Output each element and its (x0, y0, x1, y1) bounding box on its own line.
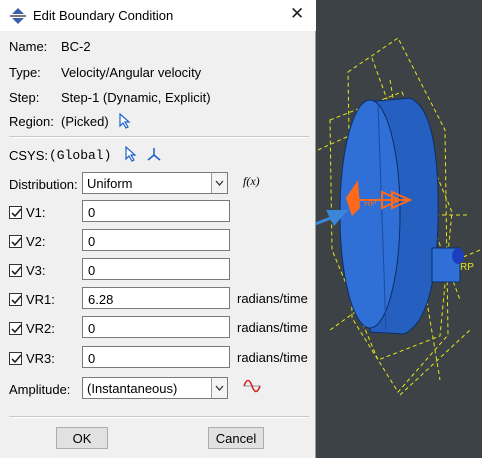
csys-value: (Global) (49, 148, 112, 163)
pick-arrow-icon[interactable] (118, 113, 132, 129)
vr3-checkbox[interactable] (9, 352, 22, 365)
amplitude-value: (Instantaneous) (87, 381, 178, 396)
vr2-unit: radians/time (237, 320, 308, 335)
type-value: Velocity/Angular velocity (61, 65, 202, 80)
v2-input[interactable]: 0 (82, 229, 230, 251)
csys-label: CSYS: (9, 148, 49, 163)
vr2-input[interactable]: 0 (82, 316, 230, 338)
vr3-input[interactable]: 0 (82, 346, 230, 368)
vr1-label: VR1: (26, 292, 55, 307)
vr3-unit: radians/time (237, 350, 308, 365)
chevron-down-icon (211, 378, 227, 398)
cancel-button[interactable]: Cancel (208, 427, 264, 449)
checkbox-check-icon (11, 295, 22, 305)
csys-axis-icon[interactable] (146, 146, 162, 162)
region-value: (Picked) (61, 114, 109, 129)
step-label: Step: (9, 90, 40, 105)
close-icon[interactable]: ✕ (290, 4, 304, 24)
amplitude-wave-icon[interactable] (242, 377, 262, 395)
v3-checkbox[interactable] (9, 264, 22, 277)
amplitude-select[interactable]: (Instantaneous) (82, 377, 228, 399)
vr1-input[interactable]: 6.28 (82, 287, 230, 309)
edit-boundary-condition-dialog: Edit Boundary Condition ✕ Name: BC-2 Typ… (0, 0, 316, 458)
separator (9, 416, 309, 418)
csys-pick-arrow-icon[interactable] (124, 146, 138, 162)
v3-input[interactable]: 0 (82, 258, 230, 280)
vr2-label: VR2: (26, 321, 55, 336)
v2-label: V2: (26, 234, 46, 249)
checkbox-check-icon (11, 237, 22, 247)
distribution-select[interactable]: Uniform (82, 172, 228, 194)
disk-face (339, 99, 401, 329)
function-fx-icon[interactable]: f(x) (243, 174, 260, 189)
v1-checkbox[interactable] (9, 206, 22, 219)
distribution-label: Distribution: (9, 177, 78, 192)
step-value: Step-1 (Dynamic, Explicit) (61, 90, 211, 105)
separator (9, 136, 309, 138)
dialog-title: Edit Boundary Condition (33, 8, 174, 23)
chevron-down-icon (211, 173, 227, 193)
name-value: BC-2 (61, 39, 91, 54)
svg-text:RP: RP (364, 198, 377, 208)
v1-input[interactable]: 0 (82, 200, 230, 222)
boundary-condition-icon (10, 8, 26, 24)
v1-label: V1: (26, 205, 46, 220)
vr3-label: VR3: (26, 351, 55, 366)
vr2-checkbox[interactable] (9, 322, 22, 335)
checkbox-check-icon (11, 208, 22, 218)
distribution-value: Uniform (87, 176, 133, 191)
amplitude-label: Amplitude: (9, 382, 71, 397)
vr1-checkbox[interactable] (9, 293, 22, 306)
checkbox-check-icon (11, 354, 22, 364)
title-bar: Edit Boundary Condition ✕ (0, 0, 316, 31)
region-label: Region: (9, 114, 54, 129)
v2-checkbox[interactable] (9, 235, 22, 248)
vr1-unit: radians/time (237, 291, 308, 306)
ok-button[interactable]: OK (56, 427, 108, 449)
type-label: Type: (9, 65, 41, 80)
name-label: Name: (9, 39, 48, 54)
checkbox-check-icon (11, 324, 22, 334)
v3-label: V3: (26, 263, 46, 278)
checkbox-check-icon (11, 266, 22, 276)
svg-text:RP: RP (460, 262, 474, 273)
